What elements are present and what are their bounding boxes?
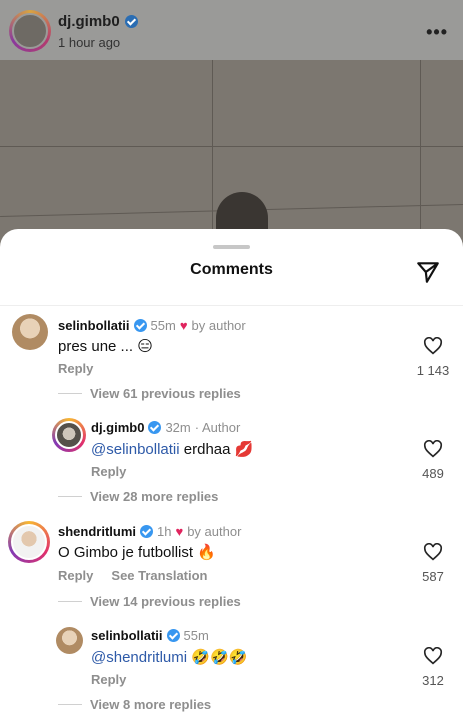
author-badge: · Author [194,420,241,435]
more-horizontal-icon[interactable]: ••• [426,22,448,43]
heart-outline-icon[interactable] [423,543,443,561]
avatar[interactable] [12,314,48,350]
verified-icon [133,319,147,332]
comment-username[interactable]: selinbollatii [91,628,163,643]
divider [0,305,463,306]
mention-link[interactable]: @shendritlumi [91,649,187,666]
like-control: 1 143 [413,337,453,378]
liked-by-author: by author [191,318,246,333]
verified-icon [140,525,154,538]
like-control: 587 [413,543,453,584]
fire-emoji-icon: 🔥 [197,544,216,561]
like-control: 312 [413,647,453,688]
like-count: 489 [422,466,444,481]
expressionless-emoji-icon: 😑 [137,338,153,355]
heart-icon: ♥ [179,318,188,333]
verified-icon [166,629,180,642]
kiss-emoji-icon: 💋 [234,441,254,458]
like-control: 489 [413,440,453,481]
reply-button[interactable]: Reply [58,568,93,583]
reply-button[interactable]: Reply [91,464,126,479]
comment-username[interactable]: shendritlumi [58,524,136,539]
comment-text: @shendritlumi 🤣🤣🤣 [91,648,247,666]
comment-time: 32m [165,420,191,435]
heart-outline-icon[interactable] [423,337,443,355]
divider [58,704,82,705]
comment-time: 1h [157,524,172,539]
heart-icon: ♥ [175,524,184,539]
view-replies-button[interactable]: View 28 more replies [58,489,218,504]
background-post: dj.gimb0 1 hour ago ••• [0,0,463,260]
view-replies-button[interactable]: View 8 more replies [58,697,211,712]
avatar[interactable] [56,627,83,654]
reply-button[interactable]: Reply [58,361,93,376]
reply-button[interactable]: Reply [91,672,126,687]
post-header: dj.gimb0 1 hour ago ••• [0,0,463,60]
post-username-row[interactable]: dj.gimb0 [58,13,138,30]
divider [58,496,82,497]
like-count: 587 [422,569,444,584]
comment-text: O Gimbo je futbollist 🔥 [58,544,216,561]
comment-username[interactable]: selinbollatii [58,318,130,333]
comment-username[interactable]: dj.gimb0 [91,420,144,435]
liked-by-author: by author [187,524,242,539]
sheet-title: Comments [190,261,273,278]
view-replies-button[interactable]: View 61 previous replies [58,386,241,401]
post-avatar[interactable] [9,10,51,52]
heart-outline-icon[interactable] [423,647,443,665]
post-username[interactable]: dj.gimb0 [58,13,120,30]
avatar[interactable] [52,418,86,452]
comment-time: 55m [150,318,176,333]
divider [58,601,82,602]
mention-link[interactable]: @selinbollatii [91,441,180,458]
send-icon[interactable] [415,259,441,285]
heart-outline-icon[interactable] [423,440,443,458]
verified-icon [124,15,138,28]
like-count: 1 143 [416,363,450,378]
comment-text: @selinbollatii erdhaa 💋 [91,441,254,458]
post-time: 1 hour ago [58,35,121,50]
view-replies-button[interactable]: View 14 previous replies [58,594,241,609]
avatar[interactable] [8,521,50,563]
rolling-laughing-emoji-icon: 🤣🤣🤣 [191,649,248,666]
comment-time: 55m [183,628,209,643]
drag-handle[interactable] [213,245,250,249]
comment-text: pres une ... 😑 [58,338,153,355]
like-count: 312 [422,673,444,688]
see-translation-button[interactable]: See Translation [111,568,207,583]
verified-icon [148,421,162,434]
divider [58,393,82,394]
